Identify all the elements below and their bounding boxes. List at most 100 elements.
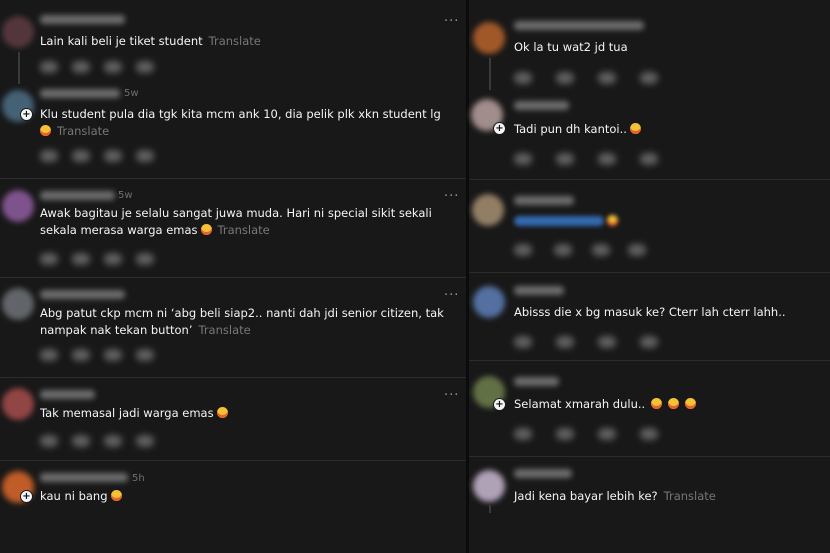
- comment-item: ··· Abg patut ckp mcm ni ‘abg beli siap2…: [0, 278, 466, 377]
- avatar[interactable]: [2, 16, 34, 48]
- comment-text: Selamat xmarah dulu..: [514, 396, 814, 413]
- username[interactable]: [40, 191, 115, 200]
- share-icon[interactable]: [136, 253, 154, 265]
- username[interactable]: [514, 377, 559, 386]
- follow-plus-icon[interactable]: +: [493, 122, 506, 135]
- avatar[interactable]: [473, 22, 505, 54]
- reply-icon[interactable]: [556, 336, 574, 348]
- timestamp: 5w: [124, 88, 139, 99]
- share-icon[interactable]: [628, 244, 646, 256]
- emoji-icon: [668, 398, 680, 409]
- like-icon[interactable]: [514, 336, 532, 348]
- reply-icon[interactable]: [554, 244, 572, 256]
- repost-icon[interactable]: [598, 72, 616, 84]
- action-bar: [514, 153, 664, 167]
- share-icon[interactable]: [136, 150, 154, 162]
- like-icon[interactable]: [40, 253, 58, 265]
- reply-icon[interactable]: [556, 428, 574, 440]
- comment-item: Ok la tu wat2 jd tua: [469, 0, 830, 93]
- repost-icon[interactable]: [592, 244, 610, 256]
- comment-item: ··· Lain kali beli je tiket student Trans…: [0, 0, 466, 86]
- avatar[interactable]: [472, 194, 504, 226]
- like-icon[interactable]: [40, 349, 58, 361]
- follow-plus-icon[interactable]: +: [20, 108, 33, 121]
- reply-icon[interactable]: [72, 435, 90, 447]
- reply-icon[interactable]: [72, 61, 90, 73]
- avatar[interactable]: [2, 388, 34, 420]
- repost-icon[interactable]: [598, 336, 616, 348]
- comment-text: Tak memasal jadi warga emas: [40, 405, 450, 422]
- username[interactable]: [40, 89, 120, 98]
- avatar[interactable]: [2, 288, 34, 320]
- emoji-icon: [110, 490, 122, 501]
- comment-item: + 5w Klu student pula dia tgk kita mcm a…: [0, 86, 466, 178]
- action-bar: [514, 336, 664, 350]
- reply-icon[interactable]: [72, 150, 90, 162]
- share-icon[interactable]: [136, 61, 154, 73]
- username[interactable]: [514, 196, 574, 205]
- mention-link[interactable]: [514, 216, 604, 226]
- username[interactable]: [514, 286, 564, 295]
- comment-body: Lain kali beli je tiket student: [40, 34, 203, 48]
- comment-item: + 5h kau ni bang: [0, 461, 466, 553]
- comment-item: [469, 180, 830, 272]
- action-bar: [514, 72, 664, 86]
- username[interactable]: [514, 21, 644, 30]
- username[interactable]: [40, 390, 95, 399]
- username[interactable]: [40, 473, 128, 482]
- like-icon[interactable]: [40, 150, 58, 162]
- like-icon[interactable]: [40, 435, 58, 447]
- repost-icon[interactable]: [104, 61, 122, 73]
- follow-plus-icon[interactable]: +: [20, 490, 33, 503]
- avatar[interactable]: [2, 190, 34, 222]
- emoji-icon: [685, 398, 697, 409]
- reply-icon[interactable]: [556, 153, 574, 165]
- more-options-icon[interactable]: ···: [444, 289, 459, 302]
- reply-icon[interactable]: [72, 349, 90, 361]
- emoji-icon: [216, 407, 228, 418]
- share-icon[interactable]: [640, 336, 658, 348]
- share-icon[interactable]: [640, 428, 658, 440]
- repost-icon[interactable]: [104, 253, 122, 265]
- comment-body: Klu student pula dia tgk kita mcm ank 10…: [40, 107, 441, 121]
- comment-body: kau ni bang: [40, 489, 108, 503]
- reply-icon[interactable]: [72, 253, 90, 265]
- like-icon[interactable]: [514, 72, 532, 84]
- avatar[interactable]: [473, 286, 505, 318]
- follow-plus-icon[interactable]: +: [493, 398, 506, 411]
- translate-link[interactable]: Translate: [218, 223, 270, 237]
- reply-icon[interactable]: [556, 72, 574, 84]
- username[interactable]: [514, 469, 572, 478]
- translate-link[interactable]: Translate: [664, 489, 716, 503]
- avatar[interactable]: [473, 470, 505, 502]
- username[interactable]: [40, 15, 125, 24]
- like-icon[interactable]: [40, 61, 58, 73]
- more-options-icon[interactable]: ···: [444, 15, 459, 28]
- translate-link[interactable]: Translate: [198, 323, 250, 337]
- like-icon[interactable]: [514, 244, 532, 256]
- repost-icon[interactable]: [598, 428, 616, 440]
- repost-icon[interactable]: [598, 153, 616, 165]
- thread-line: [18, 52, 20, 84]
- thread-line: [489, 505, 491, 513]
- comment-text: Abg patut ckp mcm ni ‘abg beli siap2.. n…: [40, 305, 460, 339]
- username[interactable]: [514, 101, 569, 110]
- repost-icon[interactable]: [104, 435, 122, 447]
- share-icon[interactable]: [136, 349, 154, 361]
- emoji-icon: [200, 224, 212, 235]
- comment-body: Tadi pun dh kantoi..: [514, 122, 627, 136]
- like-icon[interactable]: [514, 153, 532, 165]
- more-options-icon[interactable]: ···: [444, 190, 459, 203]
- more-options-icon[interactable]: ···: [444, 389, 459, 402]
- share-icon[interactable]: [640, 153, 658, 165]
- comment-text: Abisss die x bg masuk ke? Cterr lah cter…: [514, 304, 824, 321]
- like-icon[interactable]: [514, 428, 532, 440]
- repost-icon[interactable]: [104, 150, 122, 162]
- share-icon[interactable]: [136, 435, 154, 447]
- share-icon[interactable]: [640, 72, 658, 84]
- translate-link[interactable]: Translate: [209, 34, 261, 48]
- repost-icon[interactable]: [104, 349, 122, 361]
- emoji-icon: [40, 125, 51, 136]
- username[interactable]: [40, 290, 125, 299]
- translate-link[interactable]: Translate: [57, 124, 109, 138]
